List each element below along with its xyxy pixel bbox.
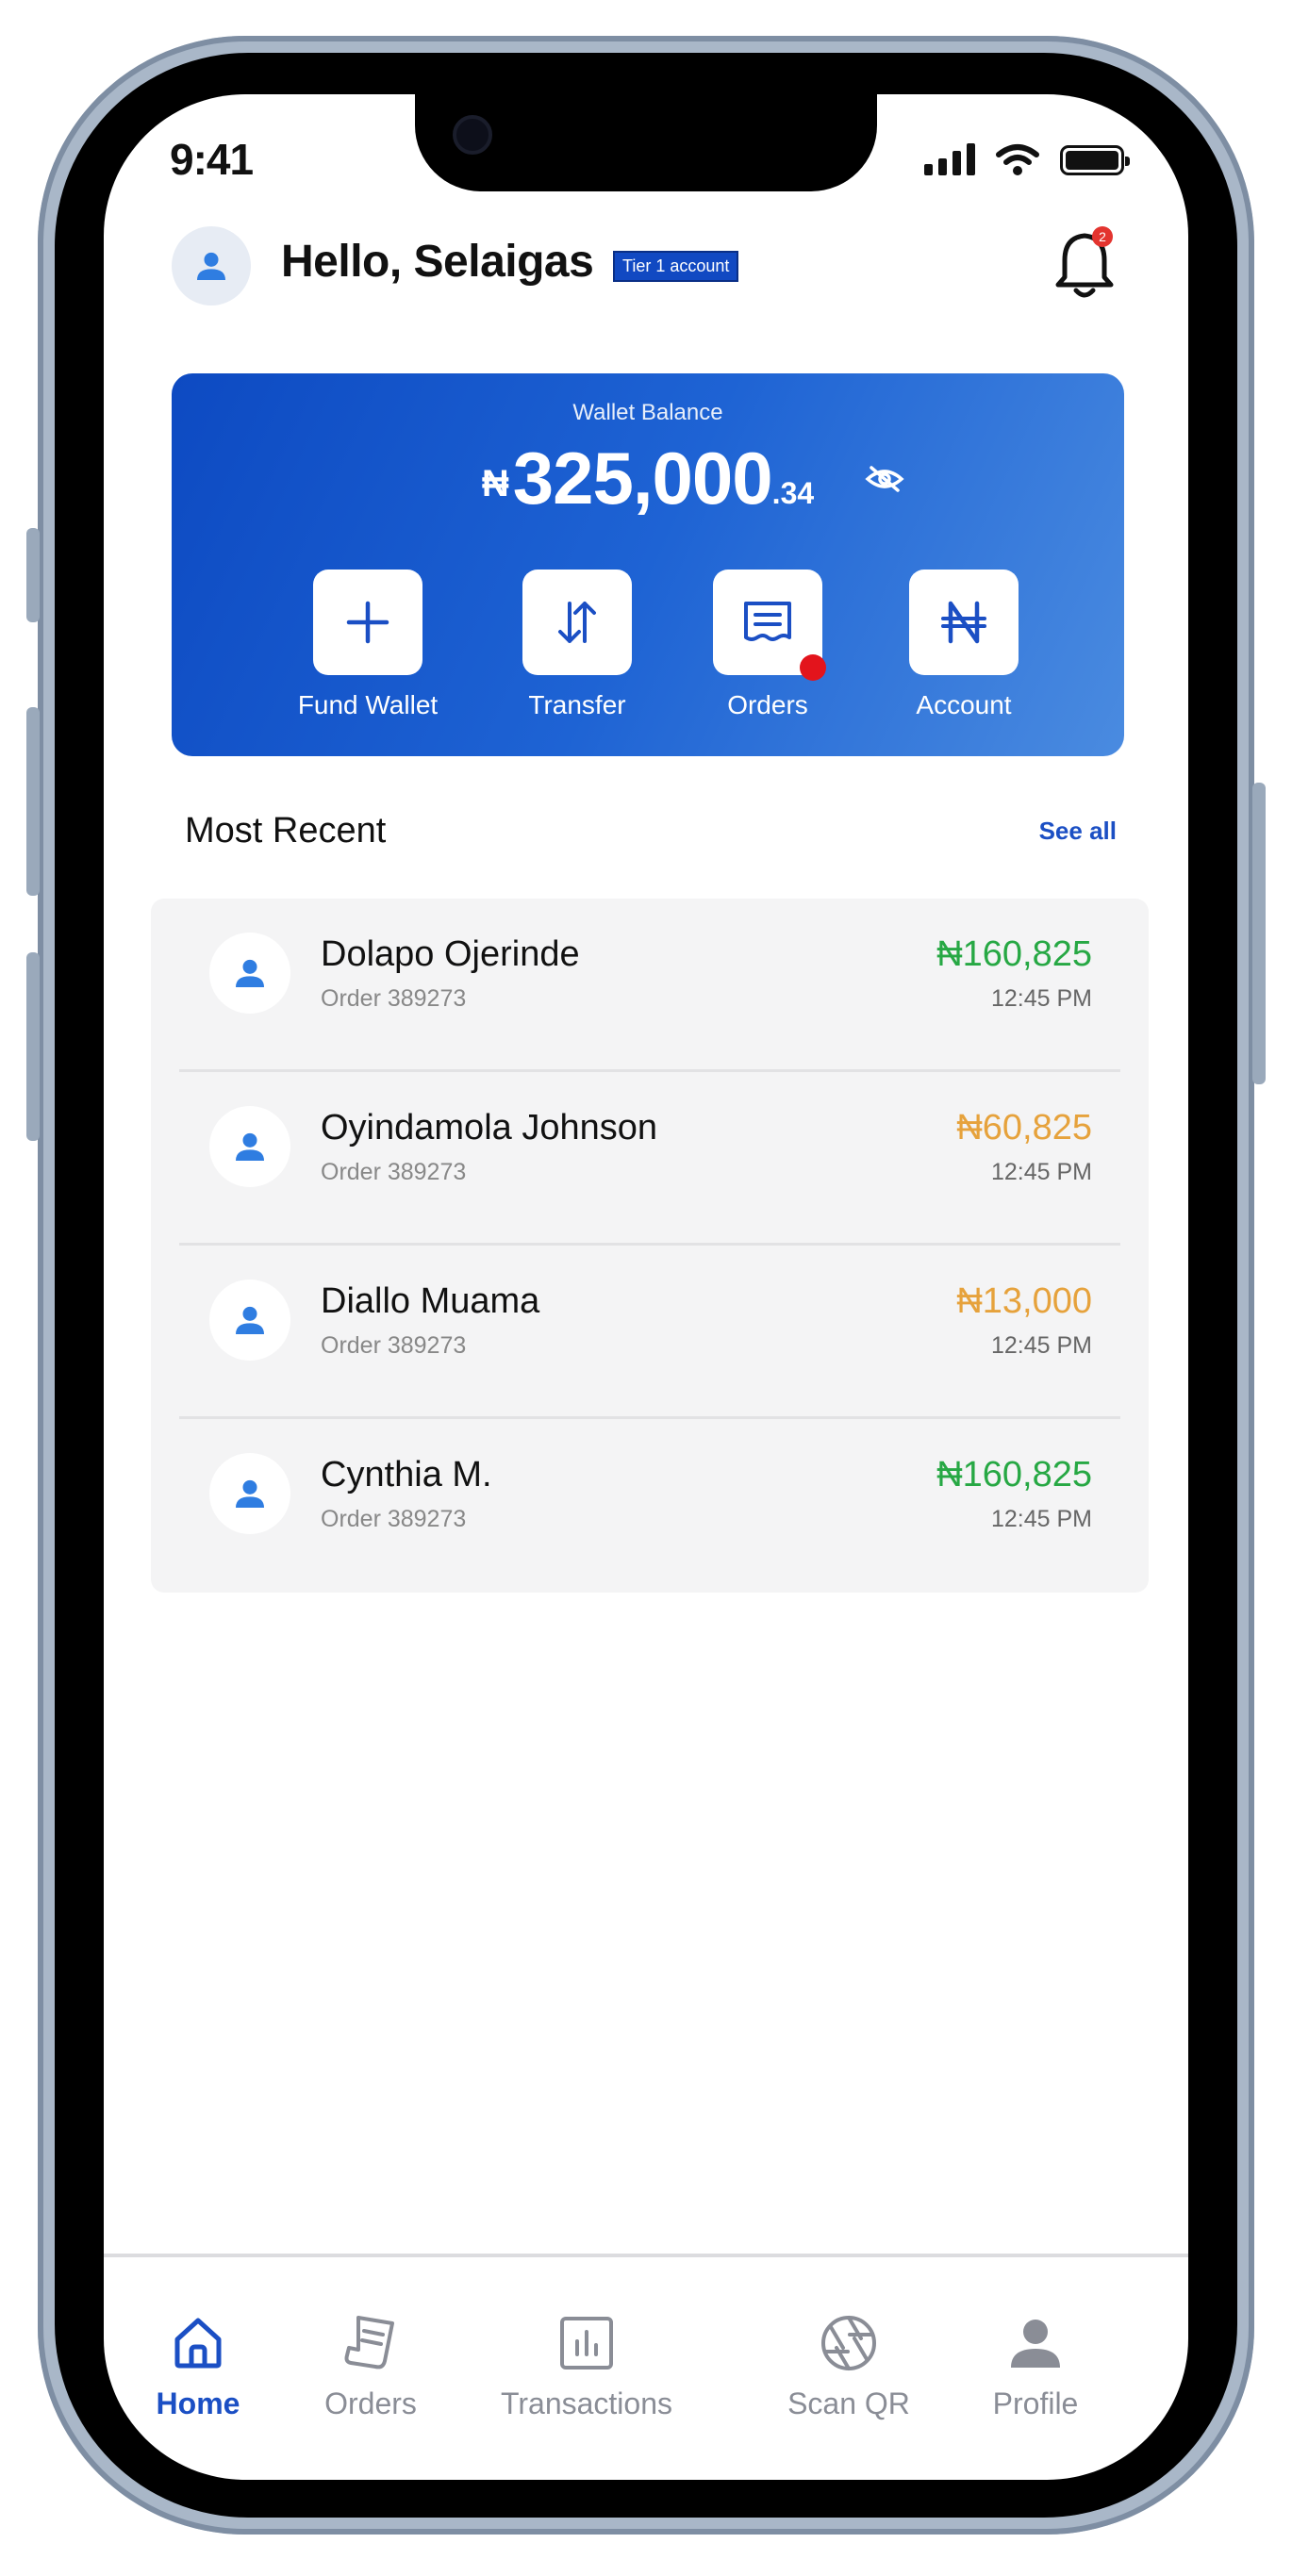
person-icon bbox=[197, 252, 225, 280]
orders-tile[interactable] bbox=[713, 570, 826, 681]
balance-main: 325,000 bbox=[512, 437, 773, 520]
nav-profile[interactable]: Profile bbox=[941, 2305, 1130, 2421]
account-button[interactable]: Account bbox=[870, 570, 1058, 720]
nav-home[interactable]: Home bbox=[104, 2305, 292, 2421]
most-recent-title: Most Recent bbox=[185, 811, 387, 850]
eye-off-icon[interactable] bbox=[864, 464, 905, 494]
naira-icon bbox=[941, 601, 986, 644]
person-icon bbox=[236, 1132, 264, 1161]
balance-decimal: .34 bbox=[771, 476, 815, 510]
transaction-amount: ₦60,825 bbox=[956, 1108, 1092, 1148]
orders-label: Orders bbox=[727, 690, 808, 719]
volume-down-button bbox=[26, 952, 40, 1141]
see-all-link[interactable]: See all bbox=[1039, 817, 1117, 846]
orders-icon bbox=[344, 2316, 394, 2370]
fund-wallet-label: Fund Wallet bbox=[297, 690, 439, 719]
contact-avatar bbox=[209, 933, 290, 1014]
account-label: Account bbox=[916, 690, 1012, 719]
transaction-time: 12:45 PM bbox=[990, 985, 1092, 1012]
greeting-title: Hello, Selaigas bbox=[281, 237, 594, 287]
order-number: Order 389273 bbox=[321, 1506, 467, 1532]
person-icon bbox=[236, 959, 264, 987]
transaction-amount: ₦160,825 bbox=[936, 934, 1092, 974]
list-item[interactable]: Cynthia M. Order 389273 ₦160,825 12:45 P… bbox=[151, 1419, 1149, 1593]
contact-avatar bbox=[209, 1280, 290, 1361]
cellular-signal-icon bbox=[924, 143, 975, 175]
bottom-nav: Home Orders Transactions Scan QR Profile bbox=[104, 2305, 1188, 2437]
contact-name: Oyindamola Johnson bbox=[321, 1108, 657, 1148]
transfer-label: Transfer bbox=[528, 690, 626, 719]
contact-name: Cynthia M. bbox=[321, 1455, 492, 1494]
transaction-time: 12:45 PM bbox=[990, 1506, 1092, 1532]
mute-switch bbox=[26, 528, 40, 622]
home-icon bbox=[174, 2318, 222, 2369]
fund-wallet-tile[interactable] bbox=[313, 570, 422, 675]
contact-name: Dolapo Ojerinde bbox=[321, 934, 580, 974]
nav-orders-label: Orders bbox=[324, 2386, 417, 2420]
status-icons bbox=[924, 143, 1130, 175]
nav-scan-qr-label: Scan QR bbox=[787, 2386, 910, 2420]
currency-symbol: ₦ bbox=[481, 463, 509, 504]
notification-badge: 2 bbox=[1092, 226, 1113, 247]
nav-home-label: Home bbox=[156, 2386, 240, 2420]
nav-orders[interactable]: Orders bbox=[276, 2305, 465, 2421]
orders-button[interactable]: Orders bbox=[673, 570, 862, 720]
battery-icon bbox=[1060, 145, 1130, 175]
wallet-balance-amount: ₦325,000.34 bbox=[172, 436, 1124, 521]
user-avatar[interactable] bbox=[172, 226, 251, 305]
nav-transactions-label: Transactions bbox=[501, 2386, 672, 2420]
receipt-icon bbox=[744, 602, 791, 641]
order-number: Order 389273 bbox=[321, 985, 467, 1012]
transaction-time: 12:45 PM bbox=[990, 1159, 1092, 1185]
bar-chart-icon bbox=[560, 2317, 613, 2370]
wallet-card: Wallet Balance ₦325,000.34 Fund Wallet T… bbox=[172, 373, 1124, 756]
person-icon bbox=[236, 1479, 264, 1508]
person-icon bbox=[236, 1306, 264, 1334]
power-button bbox=[1252, 783, 1266, 1084]
transaction-amount: ₦13,000 bbox=[956, 1281, 1092, 1321]
nav-divider bbox=[104, 2254, 1188, 2257]
fund-wallet-button[interactable]: Fund Wallet bbox=[273, 570, 462, 720]
transfer-tile[interactable] bbox=[522, 570, 632, 675]
phone-screen: 9:41 Hello, Selaigas Tier 1 account 2 Wa… bbox=[104, 94, 1188, 2480]
wifi-icon bbox=[996, 144, 1039, 175]
plus-icon bbox=[346, 601, 389, 644]
nav-transactions[interactable]: Transactions bbox=[464, 2305, 709, 2421]
transfer-button[interactable]: Transfer bbox=[483, 570, 671, 720]
nav-profile-label: Profile bbox=[992, 2386, 1079, 2420]
person-icon bbox=[1011, 2320, 1060, 2368]
transaction-time: 12:45 PM bbox=[990, 1332, 1092, 1359]
list-item[interactable]: Dolapo Ojerinde Order 389273 ₦160,825 12… bbox=[151, 899, 1149, 1072]
order-number: Order 389273 bbox=[321, 1332, 467, 1359]
aperture-icon bbox=[821, 2316, 876, 2370]
transaction-amount: ₦160,825 bbox=[936, 1455, 1092, 1494]
recent-list: Dolapo Ojerinde Order 389273 ₦160,825 12… bbox=[151, 899, 1149, 1593]
contact-avatar bbox=[209, 1453, 290, 1534]
front-camera bbox=[453, 115, 492, 155]
account-tile[interactable] bbox=[909, 570, 1019, 675]
volume-up-button bbox=[26, 707, 40, 896]
order-number: Order 389273 bbox=[321, 1159, 467, 1185]
status-time: 9:41 bbox=[170, 135, 254, 184]
tier-badge: Tier 1 account bbox=[613, 251, 739, 282]
contact-avatar bbox=[209, 1106, 290, 1187]
wallet-balance-label: Wallet Balance bbox=[572, 400, 723, 425]
list-item[interactable]: Oyindamola Johnson Order 389273 ₦60,825 … bbox=[151, 1072, 1149, 1246]
list-item[interactable]: Diallo Muama Order 389273 ₦13,000 12:45 … bbox=[151, 1246, 1149, 1419]
nav-scan-qr[interactable]: Scan QR bbox=[754, 2305, 943, 2421]
orders-alert-dot bbox=[800, 654, 826, 681]
transfer-arrows-icon bbox=[558, 602, 596, 643]
contact-name: Diallo Muama bbox=[321, 1281, 540, 1321]
